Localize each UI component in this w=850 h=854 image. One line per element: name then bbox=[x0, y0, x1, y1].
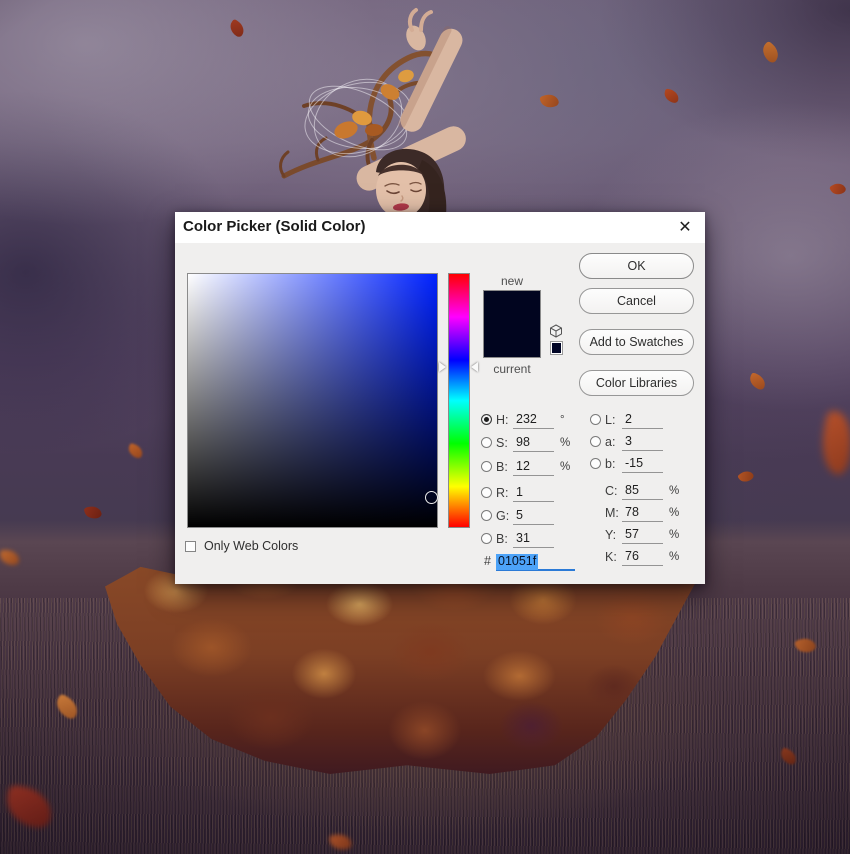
c-label: C: bbox=[605, 483, 618, 498]
radio-b-lab[interactable] bbox=[590, 458, 601, 469]
r-input[interactable] bbox=[513, 483, 554, 502]
cancel-button[interactable]: Cancel bbox=[579, 288, 694, 314]
web-gamut-cube-icon[interactable] bbox=[549, 324, 563, 338]
checkbox-label: Only Web Colors bbox=[204, 539, 299, 553]
y-input[interactable] bbox=[622, 525, 663, 544]
add-to-swatches-button[interactable]: Add to Swatches bbox=[579, 329, 694, 355]
k-label: K: bbox=[605, 549, 617, 564]
field-row-m: M: % bbox=[590, 503, 680, 522]
b-hsb-label: B: bbox=[496, 459, 508, 474]
y-unit: % bbox=[669, 528, 680, 541]
l-label: L: bbox=[605, 412, 616, 427]
m-unit: % bbox=[669, 506, 680, 519]
field-row-hue: H: ° bbox=[481, 410, 565, 429]
close-icon[interactable]: ✕ bbox=[673, 216, 697, 240]
dialog-titlebar[interactable]: Color Picker (Solid Color) ✕ bbox=[175, 212, 705, 243]
radio-g[interactable] bbox=[481, 510, 492, 521]
color-field-marker[interactable] bbox=[425, 491, 438, 504]
ok-button[interactable]: OK bbox=[579, 253, 694, 279]
field-row-y: Y: % bbox=[590, 525, 680, 544]
hex-input[interactable]: 01051f bbox=[496, 552, 575, 571]
g-label: G: bbox=[496, 508, 510, 523]
new-current-swatch bbox=[483, 290, 541, 358]
c-input[interactable] bbox=[622, 481, 663, 500]
new-color-swatch bbox=[484, 291, 540, 324]
color-picker-dialog: Color Picker (Solid Color) ✕ new current… bbox=[175, 212, 705, 584]
field-row-green: G: bbox=[481, 506, 560, 525]
radio-b-rgb[interactable] bbox=[481, 533, 492, 544]
radio-s[interactable] bbox=[481, 437, 492, 448]
k-unit: % bbox=[669, 550, 680, 563]
m-label: M: bbox=[605, 505, 619, 520]
s-label: S: bbox=[496, 435, 508, 450]
hue-slider-arrow-right[interactable] bbox=[471, 362, 478, 372]
field-row-b-lab: b: bbox=[590, 454, 669, 473]
dialog-title: Color Picker (Solid Color) bbox=[183, 218, 366, 235]
radio-h[interactable] bbox=[481, 414, 492, 425]
s-unit: % bbox=[560, 436, 571, 449]
radio-a[interactable] bbox=[590, 436, 601, 447]
field-row-blue: B: bbox=[481, 529, 560, 548]
current-color-swatch[interactable] bbox=[484, 324, 540, 357]
radio-r[interactable] bbox=[481, 487, 492, 498]
b-hsb-unit: % bbox=[560, 460, 571, 473]
field-row-saturation: S: % bbox=[481, 433, 571, 452]
l-input[interactable] bbox=[622, 410, 663, 429]
r-label: R: bbox=[496, 485, 509, 500]
field-row-red: R: bbox=[481, 483, 560, 502]
new-label: new bbox=[500, 274, 523, 288]
field-row-l: L: bbox=[590, 410, 669, 429]
web-safe-swatch[interactable] bbox=[550, 341, 563, 355]
radio-b-hsb[interactable] bbox=[481, 461, 492, 472]
field-row-c: C: % bbox=[590, 481, 680, 500]
field-row-k: K: % bbox=[590, 547, 680, 566]
color-libraries-button[interactable]: Color Libraries bbox=[579, 370, 694, 396]
b-lab-label: b: bbox=[605, 456, 616, 471]
saturation-brightness-field[interactable] bbox=[187, 273, 438, 528]
hue-slider[interactable] bbox=[448, 273, 470, 528]
a-input[interactable] bbox=[622, 432, 663, 451]
m-input[interactable] bbox=[622, 503, 663, 522]
hue-slider-arrow-left[interactable] bbox=[439, 362, 446, 372]
b-rgb-label: B: bbox=[496, 531, 508, 546]
g-input[interactable] bbox=[513, 506, 554, 525]
field-row-brightness: B: % bbox=[481, 457, 571, 476]
checkbox-box[interactable] bbox=[185, 540, 196, 552]
b-hsb-input[interactable] bbox=[513, 457, 554, 476]
current-label: current bbox=[493, 362, 531, 376]
h-label: H: bbox=[496, 412, 509, 427]
field-row-a: a: bbox=[590, 432, 669, 451]
b-lab-input[interactable] bbox=[622, 454, 663, 473]
h-unit: ° bbox=[560, 413, 565, 426]
s-input[interactable] bbox=[513, 433, 554, 452]
only-web-colors-checkbox[interactable]: Only Web Colors bbox=[185, 538, 298, 554]
y-label: Y: bbox=[605, 527, 617, 542]
h-input[interactable] bbox=[513, 410, 554, 429]
b-rgb-input[interactable] bbox=[513, 529, 554, 548]
hex-value-selected: 01051f bbox=[496, 554, 539, 570]
desktop: Color Picker (Solid Color) ✕ new current… bbox=[0, 0, 850, 854]
c-unit: % bbox=[669, 484, 680, 497]
a-label: a: bbox=[605, 434, 616, 449]
hex-hash-label: # bbox=[484, 554, 491, 568]
k-input[interactable] bbox=[622, 547, 663, 566]
radio-l[interactable] bbox=[590, 414, 601, 425]
